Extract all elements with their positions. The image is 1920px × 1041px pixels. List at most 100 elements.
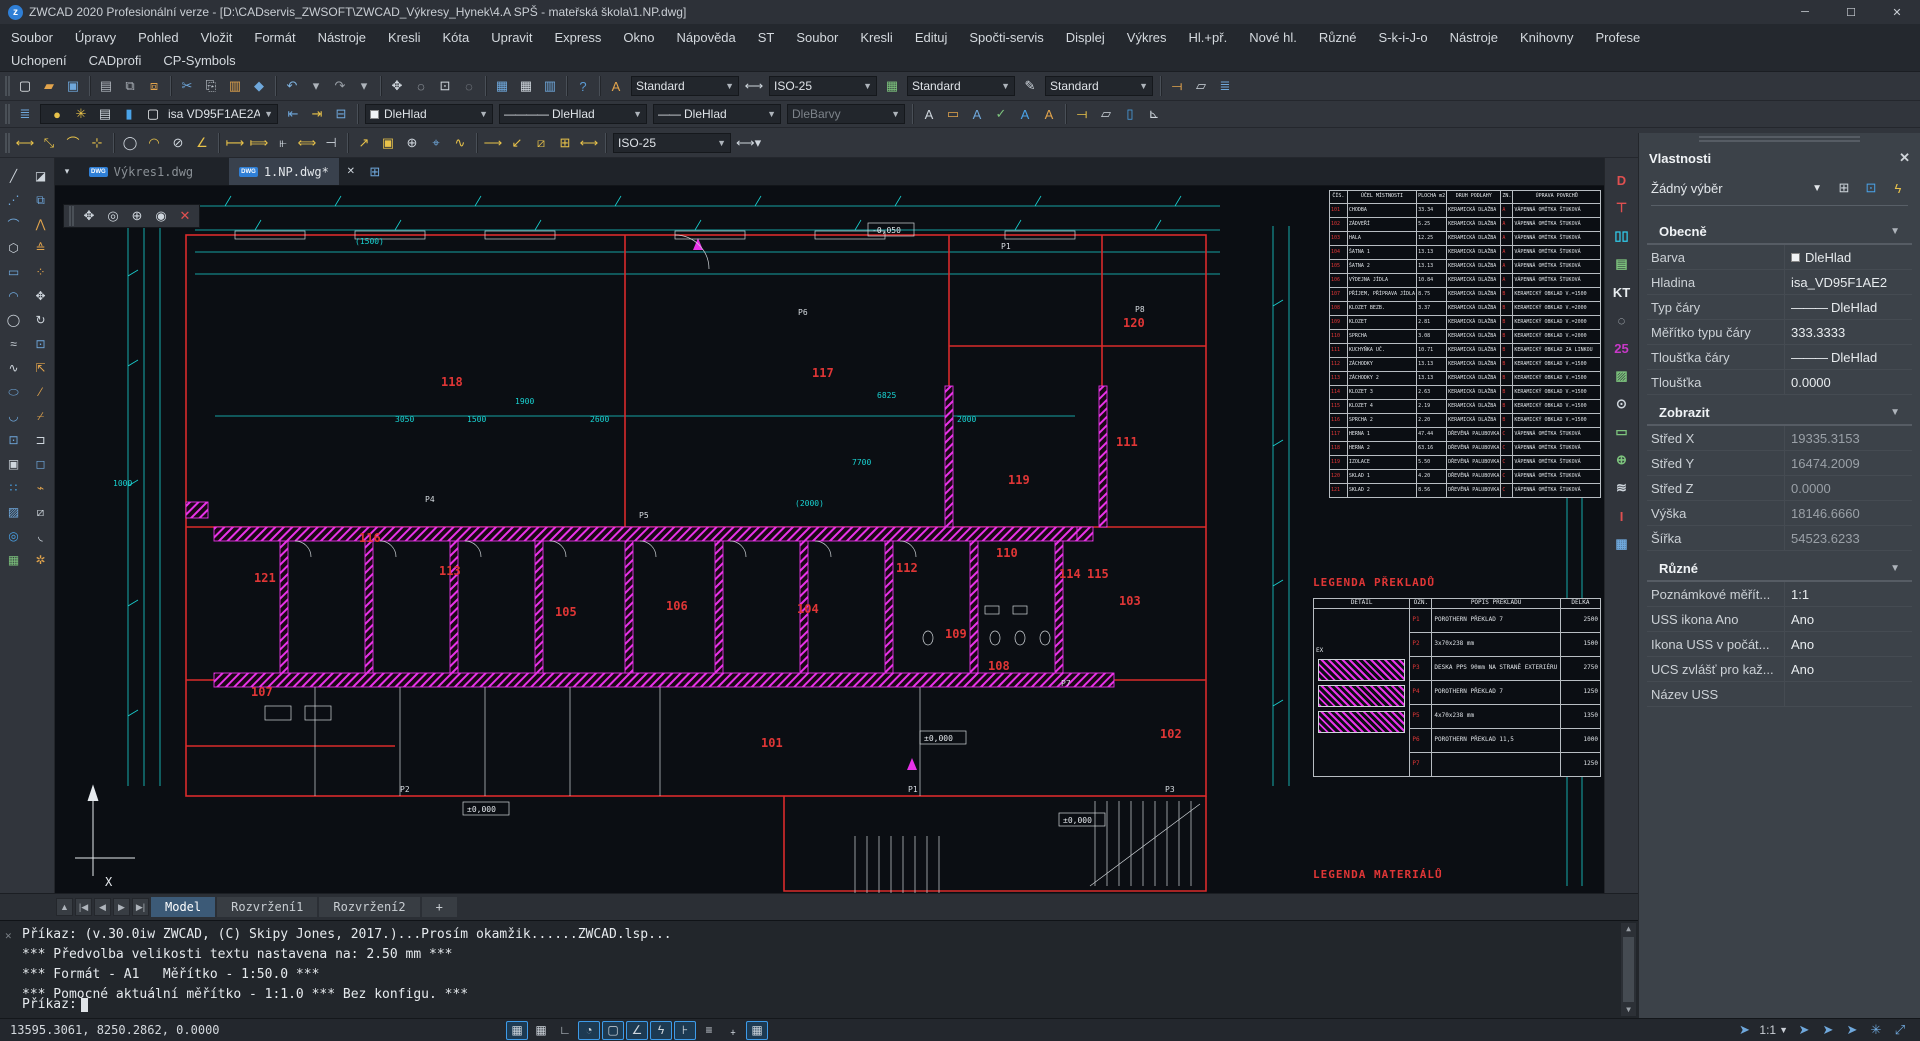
spline-tool-icon[interactable]: ∿ <box>3 357 25 379</box>
text-scale-icon[interactable]: A <box>1014 103 1036 125</box>
dim-override-icon[interactable]: ⊞ <box>554 132 576 154</box>
menu-item-cadprofi[interactable]: CADprofi <box>78 50 153 71</box>
layer-lock-icon[interactable]: ▮ <box>118 103 140 125</box>
paper-icon[interactable]: ▱ <box>1095 103 1117 125</box>
hatch-green-icon[interactable]: ▨ <box>1611 365 1633 387</box>
toolbar-grip[interactable] <box>5 76 10 96</box>
menu-item-n-stroje[interactable]: Nástroje <box>1439 24 1509 50</box>
toolbar-grip[interactable] <box>5 104 10 124</box>
menu-item-spo-ti-servis[interactable]: Spočti-servis <box>958 24 1054 50</box>
menu-item-cp-symbols[interactable]: CP-Symbols <box>152 50 246 71</box>
layer-select[interactable]: ●✳▤▮▢ isa VD95F1AE2AD7E0CF TU: ▼ <box>40 104 278 124</box>
table-icon[interactable]: ▦ <box>491 75 513 97</box>
redo-dropdown-icon[interactable]: ▾ <box>353 75 375 97</box>
monitor-icon[interactable]: ▭ <box>1611 421 1633 443</box>
prop-value-field[interactable]: 0.0000 <box>1785 481 1912 496</box>
zoom-previous-icon[interactable]: ◌ <box>458 75 480 97</box>
layer-states-icon[interactable]: ⇥ <box>306 103 328 125</box>
point-style-toggle[interactable]: ﹢ <box>722 1021 744 1040</box>
prop-value-field[interactable]: 0.0000 <box>1785 375 1912 390</box>
prop-value-field[interactable]: 18146.6660 <box>1785 506 1912 521</box>
break-tool-icon[interactable]: ◻ <box>30 453 52 475</box>
scale-tool-icon[interactable]: ⊡ <box>30 333 52 355</box>
table-toggle[interactable]: ▦ <box>746 1021 768 1040</box>
layout-first-icon[interactable]: |◀ <box>75 898 92 916</box>
dim-baseline-icon[interactable]: ⟾ <box>248 132 270 154</box>
menu-item-s-k-i-j-o[interactable]: S-k-i-J-o <box>1367 24 1438 50</box>
close-button[interactable]: ✕ <box>1874 0 1920 24</box>
layers-stack-icon[interactable]: ≋ <box>1611 477 1633 499</box>
scale-25-icon[interactable]: 25 <box>1611 337 1633 359</box>
undo-icon[interactable]: ↶ <box>281 75 303 97</box>
doc-tab-1np[interactable]: DWG 1.NP.dwg* <box>229 158 339 185</box>
zoom-extents-icon[interactable]: ⊕ <box>126 205 148 227</box>
prop-value-field[interactable]: 1:1 <box>1785 587 1912 602</box>
select-objects-icon[interactable]: ⊡ <box>1860 177 1882 199</box>
prop-value-field[interactable]: 54523.6233 <box>1785 531 1912 546</box>
mirror-tool-icon[interactable]: ⋀ <box>30 213 52 235</box>
zoom-realtime-icon[interactable]: ◌ <box>410 75 432 97</box>
toggle-pickadd-icon[interactable]: ϟ <box>1887 177 1909 199</box>
clipboard-icon[interactable]: ▯ <box>1119 103 1141 125</box>
fullscreen-icon[interactable]: ⤢ <box>1889 1019 1911 1041</box>
locate-icon[interactable]: ◉ <box>150 205 172 227</box>
toolbar-grip[interactable] <box>5 133 10 153</box>
layer-color-swatch[interactable]: ▢ <box>142 103 164 125</box>
offset-tool-icon[interactable]: ≙ <box>30 237 52 259</box>
corner-icon[interactable]: ⊾ <box>1143 103 1165 125</box>
menu-item-edituj[interactable]: Edituj <box>904 24 959 50</box>
circle-plate-icon[interactable]: ⊙ <box>1611 393 1633 415</box>
panel-grip[interactable] <box>1699 136 1860 142</box>
list-icon[interactable]: ≣ <box>1214 75 1236 97</box>
menu-item-kresli[interactable]: Kresli <box>377 24 432 50</box>
layout-up-icon[interactable]: ▲ <box>56 898 73 916</box>
annotation-scale-control[interactable]: ➤ 1:1 ▼ <box>1732 1019 1788 1041</box>
new-doc-tab-icon[interactable]: ⊞ <box>364 161 386 183</box>
prop-value-field[interactable]: Ano <box>1785 662 1912 677</box>
table-cells-icon[interactable]: ▦ <box>515 75 537 97</box>
dim-edit-icon[interactable]: ⟶ <box>482 132 504 154</box>
layer-previous-icon[interactable]: ⇤ <box>282 103 304 125</box>
line-tool-icon[interactable]: ╱ <box>3 165 25 187</box>
circle-tool-icon[interactable]: ◯ <box>3 309 25 331</box>
menu-item-nov-hl-[interactable]: Nové hl. <box>1238 24 1308 50</box>
redo-icon[interactable]: ↷ <box>329 75 351 97</box>
brick-icon[interactable]: ▦ <box>1611 533 1633 555</box>
layer-plot-icon[interactable]: ▤ <box>94 103 116 125</box>
chevron-down-icon[interactable]: ▼ <box>1890 563 1900 574</box>
dim-update-icon[interactable]: ⟷ <box>578 132 600 154</box>
layer-isolate-icon[interactable]: ⊟ <box>330 103 352 125</box>
drawing-area[interactable]: ▾ DWG Výkres1.dwg DWG 1.NP.dwg* ✕ ⊞ <box>55 158 1604 893</box>
ortho-toggle[interactable]: ∟ <box>554 1021 576 1040</box>
command-scrollbar[interactable]: ▲ ▼ <box>1621 923 1636 1016</box>
maximize-button[interactable]: ☐ <box>1828 0 1874 24</box>
menu-item-vlo-it[interactable]: Vložit <box>190 24 244 50</box>
menu-item-displej[interactable]: Displej <box>1055 24 1116 50</box>
menu-item-st[interactable]: ST <box>747 24 786 50</box>
paste-icon[interactable]: ▥ <box>224 75 246 97</box>
undo-dropdown-icon[interactable]: ▾ <box>305 75 327 97</box>
polygon-tool-icon[interactable]: ⬡ <box>3 237 25 259</box>
menu-item-soubor[interactable]: Soubor <box>0 24 64 50</box>
dim-quick-icon[interactable]: ⟼ <box>224 132 246 154</box>
dim-jog-line-icon[interactable]: ∿ <box>449 132 471 154</box>
dim-space-icon[interactable]: ⟺ <box>296 132 318 154</box>
close-float-icon[interactable]: ✕ <box>174 205 196 227</box>
ellipse-tool-icon[interactable]: ⬭ <box>3 381 25 403</box>
join-tool-icon[interactable]: ⌁ <box>30 477 52 499</box>
print-preview-icon[interactable]: ⧉ <box>119 75 141 97</box>
menu-item-k-ta[interactable]: Kóta <box>432 24 481 50</box>
annotation-auto-icon[interactable]: ➤ <box>1841 1019 1863 1041</box>
prop-value-field[interactable]: ———DleHlad <box>1785 350 1912 365</box>
linetype-select[interactable]: ————DleHlad▼ <box>499 104 647 124</box>
copy-tool-icon[interactable]: ⧉ <box>30 189 52 211</box>
center-mark-icon[interactable]: ⊕ <box>401 132 423 154</box>
menu-item-n-stroje[interactable]: Nástroje <box>307 24 377 50</box>
new-file-icon[interactable]: ▢ <box>14 75 36 97</box>
copy-clip-icon[interactable]: ⎘ <box>200 75 222 97</box>
dim-style-icon[interactable]: ⟷ <box>743 75 765 97</box>
revcloud-tool-icon[interactable]: ≈ <box>3 333 25 355</box>
snap-toggle[interactable]: ▦ <box>530 1021 552 1040</box>
menu-item--pravy[interactable]: Úpravy <box>64 24 127 50</box>
dim-linear-icon[interactable]: ⟷ <box>14 132 36 154</box>
